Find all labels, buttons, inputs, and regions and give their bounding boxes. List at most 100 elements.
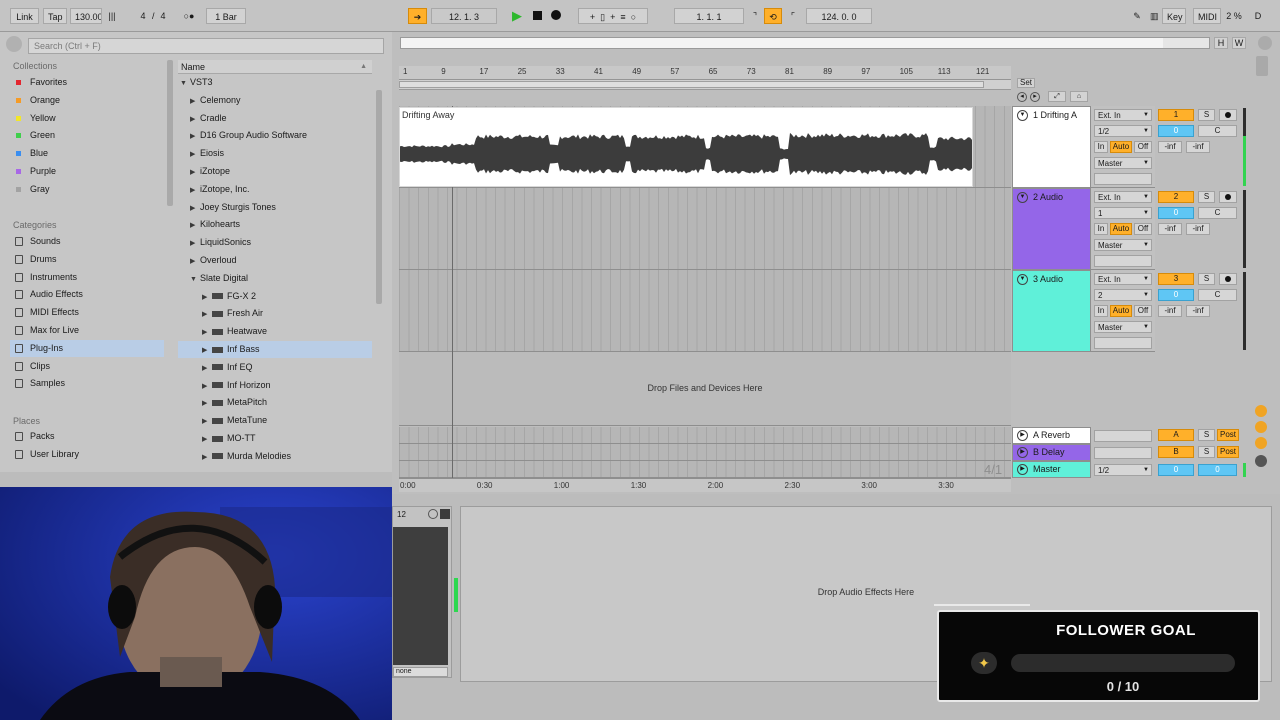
expand-arrow-icon[interactable]: ▶ bbox=[190, 253, 200, 270]
browser-search-input[interactable]: Search (Ctrl + F) bbox=[28, 38, 384, 54]
expand-tracks-icon[interactable]: ⤢ bbox=[1048, 91, 1066, 102]
return-solo-button[interactable]: S bbox=[1198, 429, 1215, 441]
mixer-toggle-icon[interactable] bbox=[1255, 437, 1267, 449]
midi-map-button[interactable]: MIDI bbox=[1193, 8, 1221, 24]
category-item[interactable]: Plug-Ins bbox=[10, 339, 164, 357]
punch-out-icon[interactable]: ⌜ bbox=[784, 8, 802, 24]
audio-to-select[interactable]: Master ▼ bbox=[1094, 321, 1152, 333]
folder-row[interactable]: ▼ Slate Digital bbox=[190, 270, 384, 287]
expand-arrow-icon[interactable]: ▶ bbox=[202, 413, 212, 430]
clip-warp-select[interactable]: none bbox=[393, 667, 448, 677]
expand-arrow-icon[interactable]: ▼ bbox=[180, 75, 190, 92]
capture-icon[interactable]: ≡ bbox=[620, 12, 625, 22]
solo-button[interactable]: S bbox=[1198, 191, 1215, 203]
audio-from-select[interactable]: Ext. In ▼ bbox=[1094, 273, 1152, 285]
monitor-off-button[interactable]: Off bbox=[1134, 141, 1152, 153]
return-solo-button[interactable]: S bbox=[1198, 446, 1215, 458]
track-activator-button[interactable]: 3 bbox=[1158, 273, 1194, 285]
clip-launch-icon[interactable] bbox=[440, 509, 450, 519]
monitor-off-button[interactable]: Off bbox=[1134, 223, 1152, 235]
loop-length-field[interactable]: 124. 0. 0 bbox=[806, 8, 872, 24]
draw-mode-icon[interactable]: ✎ bbox=[1128, 8, 1146, 24]
plugin-row[interactable]: ▶ Inf EQ bbox=[178, 359, 372, 376]
monitor-auto-button[interactable]: Auto bbox=[1110, 141, 1132, 153]
place-item[interactable]: User Library bbox=[10, 446, 164, 463]
master-track-title[interactable]: ▶ Master bbox=[1012, 461, 1091, 478]
vertical-scroll-icon[interactable] bbox=[1256, 56, 1268, 76]
optimize-height-button[interactable]: H bbox=[1214, 37, 1228, 49]
place-item[interactable]: Packs bbox=[10, 428, 164, 445]
return-activator-button[interactable]: B bbox=[1158, 446, 1194, 458]
key-map-button[interactable]: Key bbox=[1162, 8, 1186, 24]
peak-level-left[interactable]: -inf bbox=[1158, 141, 1182, 153]
track-fold-icon[interactable]: ▶ bbox=[1017, 447, 1028, 458]
loop-brace-bar[interactable] bbox=[399, 80, 1011, 90]
loop-switch[interactable]: ⟲ bbox=[764, 8, 782, 24]
optimize-width-button[interactable]: W bbox=[1232, 37, 1246, 49]
category-item[interactable]: Max for Live bbox=[10, 322, 164, 339]
expand-arrow-icon[interactable]: ▶ bbox=[190, 217, 200, 234]
session-record-icon[interactable]: ○ bbox=[631, 12, 636, 22]
expand-arrow-icon[interactable]: ▶ bbox=[202, 324, 212, 341]
track-pan-field[interactable]: C bbox=[1198, 125, 1237, 137]
time-signature-denominator[interactable]: 4 bbox=[156, 8, 170, 24]
return-toggle-icon[interactable] bbox=[1255, 421, 1267, 433]
arm-record-button[interactable] bbox=[1219, 109, 1237, 121]
input-channel-select[interactable]: 1/2 ▼ bbox=[1094, 125, 1152, 137]
arrangement-overview[interactable] bbox=[400, 37, 1210, 49]
expand-arrow-icon[interactable]: ▶ bbox=[202, 395, 212, 412]
track-pan-field[interactable]: C bbox=[1198, 289, 1237, 301]
monitor-off-button[interactable]: Off bbox=[1134, 305, 1152, 317]
collection-item[interactable]: Orange bbox=[10, 92, 164, 109]
return-lane-b[interactable] bbox=[399, 444, 1011, 461]
record-button[interactable] bbox=[547, 8, 565, 24]
overdub-controls[interactable]: + ▯ + ≡ ○ bbox=[578, 8, 648, 24]
category-item[interactable]: MIDI Effects bbox=[10, 304, 164, 321]
solo-button[interactable]: S bbox=[1198, 273, 1215, 285]
folder-row[interactable]: ▶ Joey Sturgis Tones bbox=[190, 199, 384, 216]
name-column-header[interactable]: Name ▲ bbox=[178, 60, 372, 74]
monitor-in-button[interactable]: In bbox=[1094, 141, 1108, 153]
track-title-bar[interactable]: ▼ 1 Drifting A bbox=[1012, 106, 1091, 188]
peak-level-right[interactable]: -inf bbox=[1186, 305, 1210, 317]
tempo-field[interactable]: 130.00 bbox=[70, 8, 102, 24]
lock-envelopes-icon[interactable]: ⌂ bbox=[1070, 91, 1088, 102]
file-list-scrollbar[interactable] bbox=[376, 90, 382, 304]
audio-to-select[interactable]: Master ▼ bbox=[1094, 157, 1152, 169]
folder-row[interactable]: ▶ LiquidSonics bbox=[190, 234, 384, 251]
plugin-row[interactable]: ▶ Murda Melodies bbox=[178, 448, 372, 465]
track-fold-icon[interactable]: ▼ bbox=[1017, 274, 1028, 285]
automation-arm-icon[interactable]: ▯ bbox=[600, 12, 605, 22]
track-lane-3[interactable] bbox=[399, 270, 1011, 352]
collection-item[interactable]: Green bbox=[10, 127, 164, 144]
return-lane-a[interactable] bbox=[399, 427, 1011, 444]
master-volume-field[interactable]: 0 bbox=[1158, 464, 1194, 476]
overview-selection[interactable] bbox=[401, 38, 1163, 48]
peak-level-left[interactable]: -inf bbox=[1158, 223, 1182, 235]
tempo-nudge-icon[interactable]: ||| bbox=[104, 8, 120, 24]
return-activator-button[interactable]: A bbox=[1158, 429, 1194, 441]
folder-row[interactable]: ▶ iZotope bbox=[190, 163, 384, 180]
return-post-button[interactable]: Post bbox=[1217, 429, 1239, 441]
expand-arrow-icon[interactable]: ▶ bbox=[190, 93, 200, 110]
expand-arrow-icon[interactable]: ▶ bbox=[202, 360, 212, 377]
category-item[interactable]: Drums bbox=[10, 251, 164, 268]
previous-locator-icon[interactable]: ◂ bbox=[1017, 92, 1027, 102]
metronome-icon[interactable]: ○● bbox=[174, 8, 204, 24]
tap-tempo-button[interactable]: Tap bbox=[43, 8, 67, 24]
track-fold-icon[interactable]: ▼ bbox=[1017, 192, 1028, 203]
loop-brace[interactable] bbox=[399, 81, 984, 88]
keyboard-icon[interactable]: ▥ bbox=[1146, 8, 1162, 24]
track-toggle-icon[interactable] bbox=[1255, 405, 1267, 417]
expand-arrow-icon[interactable]: ▶ bbox=[190, 128, 200, 145]
track-fold-icon[interactable]: ▶ bbox=[1017, 430, 1028, 441]
category-item[interactable]: Audio Effects bbox=[10, 286, 164, 303]
track-title-bar[interactable]: ▼ 3 Audio bbox=[1012, 270, 1091, 352]
follow-button[interactable]: ➔ bbox=[408, 8, 427, 24]
collection-item[interactable]: Gray bbox=[10, 181, 164, 198]
track-fold-icon[interactable]: ▶ bbox=[1017, 464, 1028, 475]
plugin-row[interactable]: ▶ FG-X 2 bbox=[178, 288, 372, 305]
track-volume-field[interactable]: 0 bbox=[1158, 207, 1194, 219]
expand-arrow-icon[interactable]: ▶ bbox=[202, 378, 212, 395]
expand-arrow-icon[interactable]: ▶ bbox=[202, 342, 212, 359]
